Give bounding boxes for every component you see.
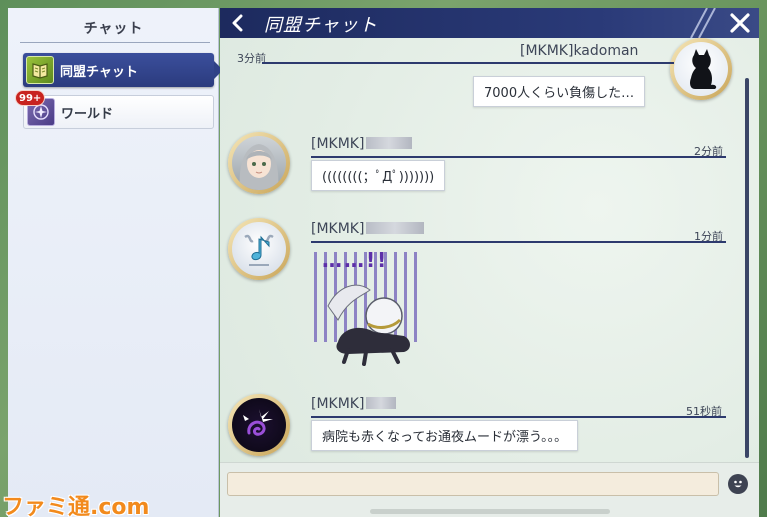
sidebar-title: チャット — [83, 21, 144, 37]
unread-badge: 99+ — [15, 90, 46, 106]
tab-alliance-label: 同盟チャット — [60, 64, 138, 80]
header-decoration — [690, 8, 716, 38]
gray-haired-girl-avatar-icon — [239, 144, 279, 190]
message-list[interactable]: 3分前 [MKMK]kadoman 7000人くらい負傷した… [MKMK] 2… — [220, 38, 759, 462]
message-sender: [MKMK] — [311, 221, 425, 237]
close-icon — [730, 13, 750, 33]
avatar[interactable] — [228, 218, 290, 280]
back-button[interactable] — [226, 11, 250, 35]
chat-panel: 同盟チャット 3分前 [MKMK]kadoman 7000人くらい負傷した… [… — [220, 8, 759, 517]
message-sender: [MKMK] — [311, 136, 413, 152]
chat-sidebar: チャット 同盟チャット 99+ ワールド — [8, 8, 223, 517]
alliance-book-icon — [26, 56, 54, 84]
sender-name: [MKMK] — [311, 221, 365, 237]
avatar[interactable] — [670, 38, 732, 100]
message-divider — [311, 241, 726, 243]
music-note-avatar-icon — [244, 234, 274, 266]
message-divider — [311, 416, 726, 418]
sender-name: [MKMK] — [311, 396, 365, 412]
emoji-button[interactable] — [728, 474, 748, 494]
panel-handle — [370, 509, 610, 514]
message-bubble: 病院も赤くなってお通夜ムードが漂う。。。 — [311, 420, 579, 451]
redacted-name — [366, 222, 425, 234]
redacted-name — [366, 137, 413, 149]
sender-name: [MKMK] — [311, 136, 365, 152]
message-bubble: ((((((((；ﾟДﾟ))))))) — [311, 160, 446, 191]
chat-sticker[interactable]: ……!! — [308, 246, 432, 368]
message-divider — [262, 62, 674, 64]
close-button[interactable] — [725, 9, 755, 37]
purple-swirl-avatar-icon — [243, 409, 273, 436]
watermark-logo: ファミ通.com — [2, 495, 150, 517]
message-bubble: 7000人くらい負傷した… — [473, 76, 646, 107]
black-cat-avatar-icon — [690, 49, 717, 89]
tab-world-label: ワールド — [61, 106, 114, 122]
message-sender: [MKMK]kadoman — [520, 43, 639, 59]
tab-alliance-chat[interactable]: 同盟チャット — [23, 53, 223, 87]
avatar[interactable] — [228, 132, 290, 194]
chat-input-bar — [220, 462, 759, 517]
message-sender: [MKMK] — [311, 396, 397, 412]
redacted-name — [366, 397, 397, 409]
avatar[interactable] — [228, 394, 290, 456]
chat-message-input[interactable] — [227, 472, 719, 496]
chat-title: 同盟チャット — [264, 15, 378, 36]
sticker-text: ……!! — [322, 248, 389, 272]
message-scrollbar[interactable] — [745, 78, 749, 458]
tab-world-chat[interactable]: 99+ ワールド — [15, 90, 214, 129]
smiley-icon — [734, 480, 742, 488]
sidebar-divider — [20, 42, 210, 43]
chevron-left-icon — [232, 14, 243, 32]
message-divider — [311, 156, 726, 158]
chat-header: 同盟チャット — [220, 8, 759, 38]
